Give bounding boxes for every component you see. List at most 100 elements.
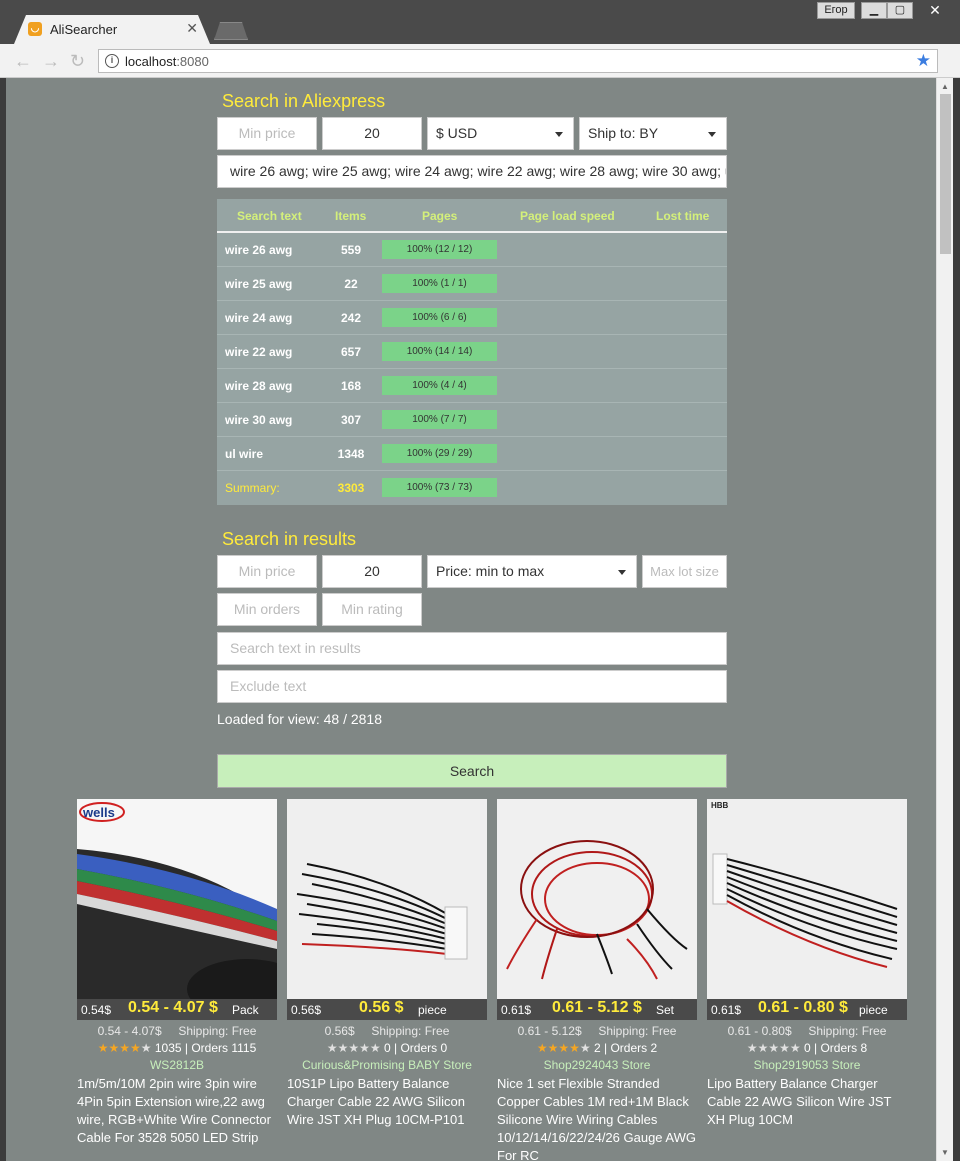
product-image[interactable] [287,799,487,999]
price-bar: 0.61$ 0.61 - 0.80 $ piece [707,999,907,1020]
tab-title: AliSearcher [50,22,118,37]
pages-progress-bar: 100% (6 / 6) [382,308,497,327]
header-items: Items [335,209,367,223]
chevron-down-icon [708,132,716,137]
bookmark-star-icon[interactable]: ★ [916,51,931,71]
pages-progress-bar: 100% (12 / 12) [382,240,497,259]
summary-progress-bar: 100% (73 / 73) [382,478,497,497]
search-text-results-input[interactable]: Search text in results [217,632,727,665]
close-window-button[interactable]: ✕ [913,2,957,19]
product-title[interactable]: 10S1P Lipo Battery Balance Charger Cable… [287,1075,487,1129]
min-rating-input[interactable]: Min rating [322,593,422,626]
pages-count-input[interactable]: 20 [322,117,422,150]
url-host: localhost [125,54,177,69]
scroll-up-arrow-icon[interactable]: ▲ [941,82,949,91]
summary-label: Summary: [225,481,280,495]
pages-progress-bar: 100% (14 / 14) [382,342,497,361]
row-items: 242 [340,311,362,325]
row-search-text: wire 24 awg [225,311,293,325]
rating-orders: ★★★★★ 0 | Orders 0 [287,1041,487,1055]
row-items: 1348 [337,447,365,461]
min-price-input[interactable]: Min price [217,117,317,150]
search-query-input[interactable]: wire 26 awg; wire 25 awg; wire 24 awg; w… [217,155,727,188]
store-link[interactable]: Curious&Promising BABY Store [287,1058,487,1072]
min-price: 0.56$ [291,1003,322,1017]
store-link[interactable]: Shop2919053 Store [707,1058,907,1072]
rating-orders: ★★★★★ 0 | Orders 8 [707,1041,907,1055]
row-search-text: wire 22 awg [225,345,293,359]
scroll-thumb[interactable] [940,94,951,254]
product-image[interactable] [497,799,697,999]
star-icon: ★★★★ [536,1041,580,1055]
price-range: 0.61 - 5.12 $ [552,999,642,1016]
currency-value: $ USD [436,125,478,141]
row-search-text: wire 26 awg [225,243,293,257]
exclude-text-input[interactable]: Exclude text [217,670,727,703]
rating-orders-text: 0 | Orders 0 [380,1041,448,1055]
max-lot-size-input[interactable]: Max lot size [642,555,727,588]
browser-tab[interactable]: ◡ AliSearcher ✕ [14,15,210,44]
table-header: Search text Items Pages Page load speed … [217,199,727,233]
min-price: 0.61$ [711,1003,742,1017]
new-tab-button[interactable] [214,22,248,40]
scroll-down-arrow-icon[interactable]: ▼ [941,1148,949,1157]
results-min-price-input[interactable]: Min price [217,555,317,588]
chevron-down-icon [618,570,626,575]
product-title[interactable]: Nice 1 set Flexible Stranded Copper Cabl… [497,1075,697,1161]
rating-orders-text: 0 | Orders 8 [800,1041,868,1055]
balance-cable-image [287,799,487,999]
forward-arrow-icon[interactable]: → [42,51,60,72]
table-row: ul wire 1348 100% (29 / 29) [217,437,727,471]
url-port: :8080 [176,54,209,69]
tab-close-icon[interactable]: ✕ [186,20,198,37]
results-count-input[interactable]: 20 [322,555,422,588]
sort-value: Price: min to max [436,563,545,579]
store-link[interactable]: Shop2924043 Store [497,1058,697,1072]
info-icon[interactable]: i [105,54,119,68]
search-button[interactable]: Search [217,754,727,788]
page-content: Search in Aliexpress Min price 20 $ USD … [6,78,936,1161]
price-bar: 0.56$ 0.56 $ piece [287,999,487,1020]
min-orders-input[interactable]: Min orders [217,593,317,626]
price-unit: piece [859,1003,888,1017]
table-row: wire 22 awg 657 100% (14 / 14) [217,335,727,369]
back-arrow-icon[interactable]: ← [14,51,32,72]
copper-cables-image [497,799,697,999]
product-image[interactable]: HBB [707,799,907,999]
aliexpress-search-title: Search in Aliexpress [222,91,386,111]
table-row: wire 30 awg 307 100% (7 / 7) [217,403,727,437]
rating-orders-text: 2 | Orders 2 [590,1041,658,1055]
price-unit: Set [656,1003,675,1017]
sort-select[interactable]: Price: min to max [427,555,637,588]
header-search-text: Search text [237,209,302,223]
minimize-button[interactable]: ▁ [861,2,887,19]
currency-select[interactable]: $ USD [427,117,574,150]
price-unit: Pack [232,1003,259,1017]
row-search-text: ul wire [225,447,264,461]
product-image[interactable]: wells [77,799,277,999]
min-price: 0.54$ [81,1003,112,1017]
product-title[interactable]: 1m/5m/10M 2pin wire 3pin wire 4Pin 5pin … [77,1075,277,1147]
row-items: 168 [340,379,362,393]
star-icon: ★★★★ [97,1041,141,1055]
star-icon: ★★★★★ [326,1041,381,1055]
address-bar[interactable]: i localhost:8080 ★ [98,49,938,73]
header-page-load-speed: Page load speed [520,209,615,223]
price-shipping: 0.54 - 4.07$ Shipping: Free [97,1024,257,1038]
ship-to-select[interactable]: Ship to: BY [579,117,727,150]
maximize-button[interactable]: ▢ [887,2,913,19]
reload-icon[interactable]: ↻ [70,51,85,72]
rating-orders: ★★★★★ 2 | Orders 2 [497,1041,697,1055]
pages-progress-bar: 100% (1 / 1) [382,274,497,293]
price-unit: piece [418,1003,447,1017]
store-link[interactable]: WS2812B [77,1058,277,1072]
price-shipping: 0.61 - 5.12$ Shipping: Free [517,1024,677,1038]
profile-button[interactable]: Егор [817,2,855,19]
pages-progress-bar: 100% (7 / 7) [382,410,497,429]
page-scrollbar[interactable]: ▲ ▼ [936,78,953,1161]
price-range: 0.54 - 4.07 $ [128,999,218,1016]
pages-progress-bar: 100% (4 / 4) [382,376,497,395]
product-title[interactable]: Lipo Battery Balance Charger Cable 22 AW… [707,1075,907,1129]
ship-to-value: Ship to: BY [588,125,659,141]
row-search-text: wire 25 awg [225,277,293,291]
